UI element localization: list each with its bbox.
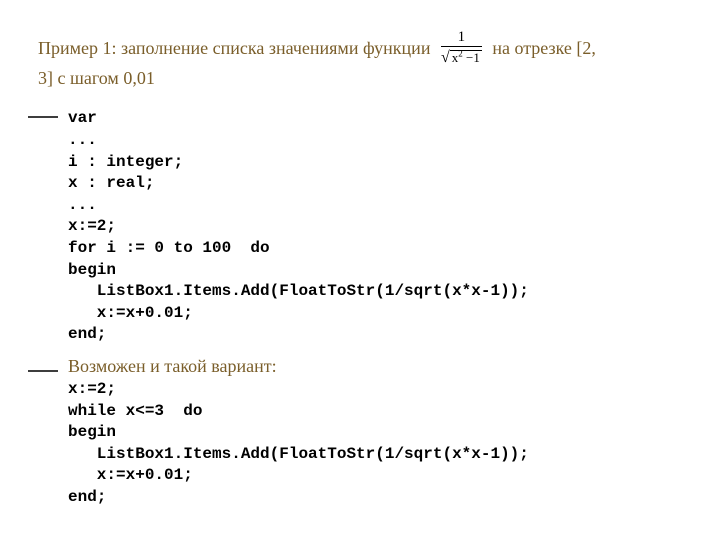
example-title: Пример 1: заполнение списка значениями ф…	[38, 32, 682, 90]
radical-sign: √	[441, 50, 450, 66]
alt-variant-heading: Возможен и такой вариант:	[68, 356, 682, 377]
code-block-1: var ... i : integer; x : real; ... x:=2;…	[68, 108, 682, 346]
title-text-3: 3] с шагом 0,01	[38, 68, 155, 88]
bullet-dash-icon	[28, 370, 58, 372]
bullet-dash-icon	[28, 116, 58, 118]
slide: Пример 1: заполнение списка значениями ф…	[0, 0, 720, 540]
formula-denominator: √ x2 −1	[441, 47, 482, 65]
formula: 1 √ x2 −1	[441, 30, 482, 65]
title-text-2: на отрезке [2,	[492, 38, 596, 58]
code-block-2: x:=2; while x<=3 do begin ListBox1.Items…	[68, 379, 682, 509]
content-body: var ... i : integer; x : real; ... x:=2;…	[38, 108, 682, 508]
formula-numerator: 1	[441, 30, 482, 47]
title-text-1: Пример 1: заполнение списка значениями ф…	[38, 38, 430, 58]
radicand: x2 −1	[450, 50, 482, 65]
